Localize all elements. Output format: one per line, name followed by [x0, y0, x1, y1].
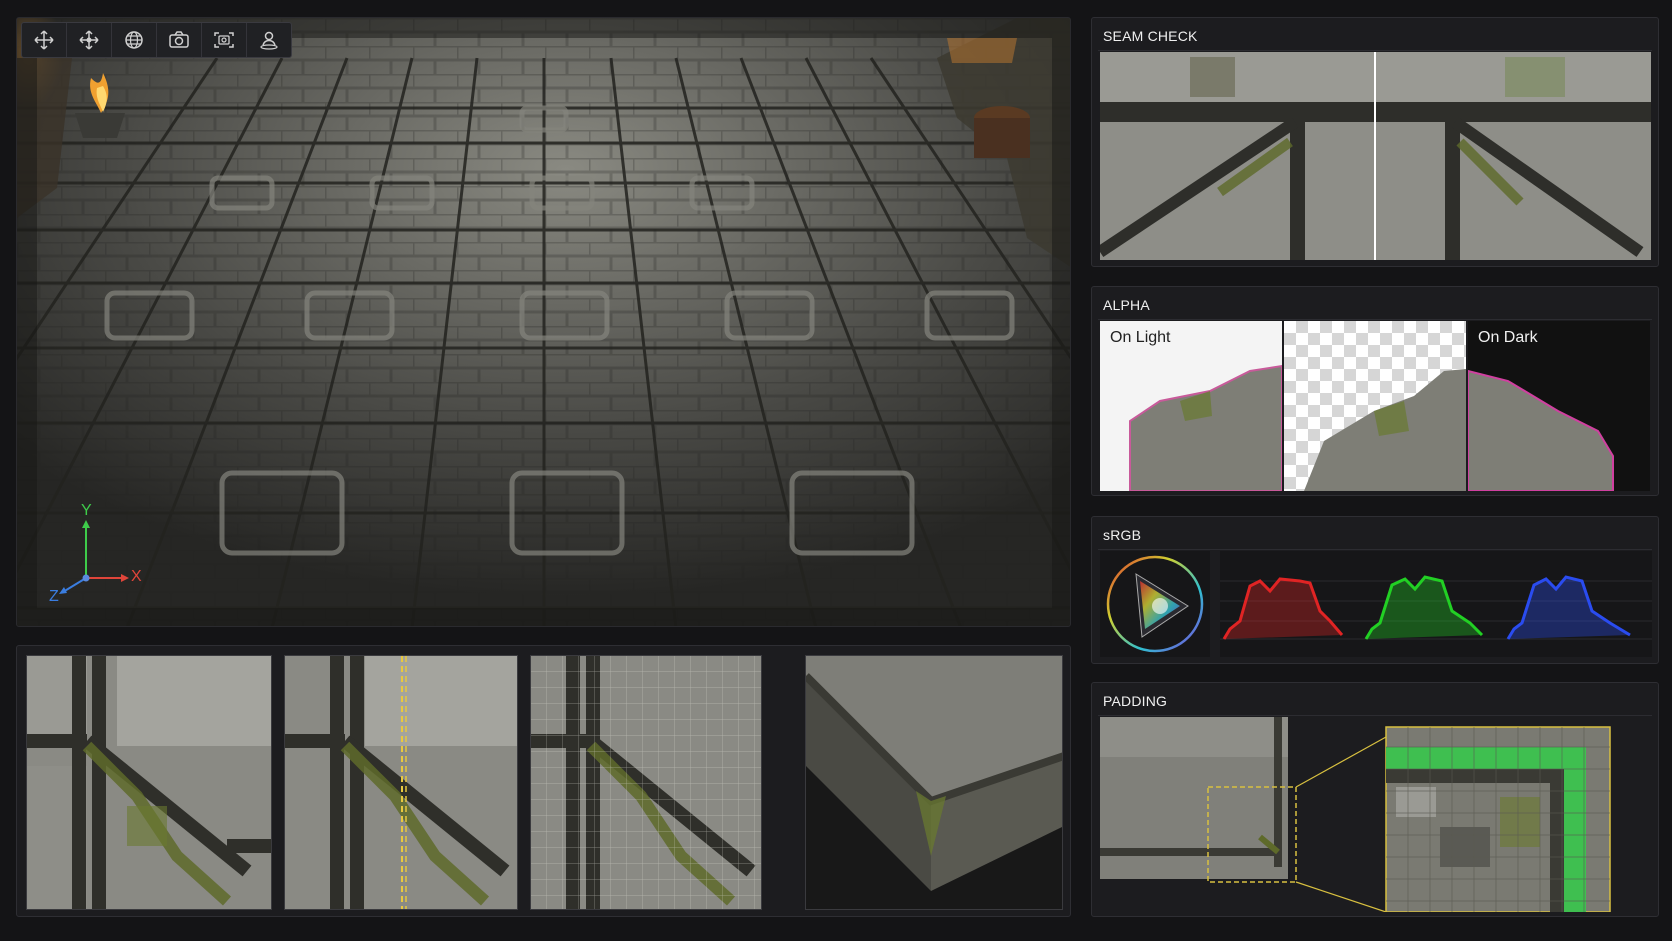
stone-texture-closeup [27, 656, 271, 909]
alpha-transparency-preview[interactable] [1284, 321, 1466, 491]
padding-preview[interactable] [1100, 717, 1640, 912]
user-pin-icon [260, 31, 278, 50]
padding-panel: PADDING [1091, 682, 1659, 917]
frame-capture-tool-button[interactable] [202, 23, 247, 57]
color-wheel-view[interactable] [1100, 551, 1210, 657]
axis-gizmo: Y X Z [31, 502, 142, 608]
seam-check-title: SEAM CHECK [1103, 28, 1198, 44]
srgb-title: sRGB [1103, 527, 1142, 543]
divider [1098, 549, 1652, 550]
dungeon-floor-render [17, 18, 1070, 626]
user-pin-tool-button[interactable] [247, 23, 291, 57]
stone-texture-pixel-grid [531, 656, 761, 909]
3d-viewport[interactable]: Y X Z [16, 17, 1071, 627]
camera-icon [169, 31, 189, 48]
alpha-on-dark-preview[interactable]: On Dark [1468, 321, 1650, 491]
seam-check-panel: SEAM CHECK [1091, 17, 1659, 267]
texture-detail-view[interactable] [26, 655, 272, 910]
texture-detail-strip [16, 645, 1071, 917]
axis-z-label: Z [49, 588, 59, 605]
stone-texture-seam [285, 656, 517, 909]
seam-tiled-texture [1100, 52, 1651, 260]
padding-title: PADDING [1103, 693, 1168, 709]
pan-icon [79, 30, 99, 50]
color-wheel-icon [1106, 555, 1204, 653]
divider [1098, 319, 1652, 320]
rgb-histograms [1220, 575, 1652, 640]
axis-x-label: X [131, 568, 142, 585]
alpha-on-dark-label: On Dark [1478, 329, 1538, 346]
viewport-toolbar [21, 22, 292, 58]
rgb-histogram-view[interactable] [1220, 551, 1652, 657]
texture-grid-view[interactable] [530, 655, 762, 910]
frame-capture-icon [214, 32, 234, 48]
divider [1098, 50, 1652, 51]
texture-seam-view[interactable] [284, 655, 518, 910]
globe-icon [125, 31, 143, 49]
alpha-title: ALPHA [1103, 297, 1150, 313]
alpha-on-light-preview[interactable]: On Light [1100, 321, 1282, 491]
camera-tool-button[interactable] [157, 23, 202, 57]
globe-tool-button[interactable] [112, 23, 157, 57]
divider [1098, 715, 1652, 716]
alpha-panel: ALPHA On Light On Dark [1091, 286, 1659, 496]
padding-zoom-illustration [1100, 717, 1611, 912]
move-icon [34, 30, 54, 50]
axis-gizmo-lines [59, 520, 129, 594]
srgb-panel: sRGB [1091, 516, 1659, 664]
pan-tool-button[interactable] [67, 23, 112, 57]
seam-check-preview[interactable] [1100, 52, 1651, 260]
axis-y-label: Y [81, 502, 92, 519]
move-tool-button[interactable] [22, 23, 67, 57]
alpha-on-light-label: On Light [1110, 329, 1171, 346]
stone-block-corner [806, 656, 1062, 909]
texture-corner-3d-view[interactable] [805, 655, 1063, 910]
alpha-checker-sprite [1304, 369, 1466, 491]
